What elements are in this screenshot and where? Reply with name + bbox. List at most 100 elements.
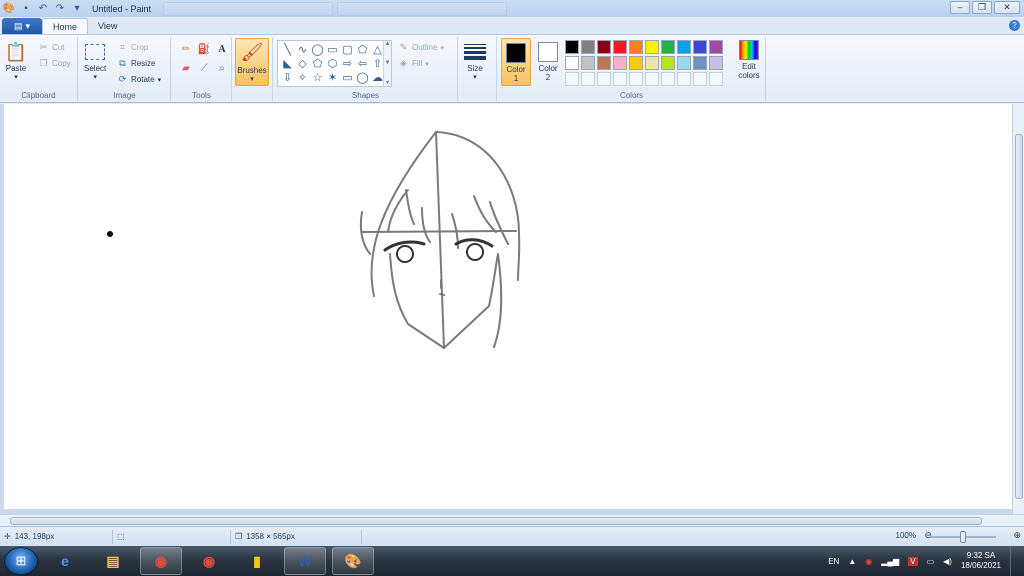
cut-button[interactable]: ✂ Cut [38,42,65,53]
chevron-up-icon[interactable]: ▲ [385,41,391,47]
shapes-gallery[interactable]: ╲ ∿ ◯ ▭ ▢ ⬠ △ ◣ ◇ ⬠ ⬡ ⇨ ⇦ ⇧ ⇩ ✧ ☆ ✶ ▭ ◯ ☁ ▲ ▼ ▾ [277,40,392,87]
start-button[interactable]: ⊞ [4,547,38,575]
shape-option[interactable]: ▢ [340,43,355,57]
drawing-canvas[interactable] [4,104,1012,509]
shape-option[interactable]: ▭ [325,43,340,57]
shape-option[interactable]: ✧ [295,71,310,85]
volume-icon[interactable]: ◀) [943,557,952,566]
shape-option[interactable]: ✶ [325,71,340,85]
taskbar-app[interactable]: ▮ [236,547,278,575]
custom-color-slot[interactable] [597,72,611,86]
paste-button[interactable]: 📋 Paste ▾ [5,40,27,82]
magnifier-icon[interactable]: ⌕ [214,60,230,76]
tray-expand-icon[interactable]: ▲ [848,557,856,566]
resize-button[interactable]: ⧉ Resize [117,58,155,69]
shape-option[interactable]: ⬠ [355,43,370,57]
size-button[interactable]: Size ▾ [464,40,486,81]
file-menu-button[interactable]: ▤ ▾ [2,18,42,34]
shape-option[interactable]: ∿ [295,43,310,57]
shape-option[interactable]: ▭ [340,71,355,85]
network-icon[interactable]: ▂▄▆ [881,557,899,566]
custom-color-slot[interactable] [677,72,691,86]
shape-option[interactable]: ⇨ [340,57,355,71]
shape-option[interactable]: ◣ [280,57,295,71]
color-picker-icon[interactable]: ⟋ [196,60,212,76]
palette-color-swatch[interactable] [709,40,723,54]
chevron-down-icon[interactable]: ▼ [385,60,391,66]
palette-color-swatch[interactable] [693,56,707,70]
text-icon[interactable]: A [214,41,230,57]
chrome-tray-icon[interactable]: ◉ [865,557,872,566]
palette-color-swatch[interactable] [645,40,659,54]
horizontal-scroll-thumb[interactable] [10,517,982,525]
palette-color-swatch[interactable] [597,40,611,54]
expand-icon[interactable]: ▾ [386,79,389,86]
copy-button[interactable]: ❐ Copy [38,58,70,69]
taskbar-app[interactable]: e [44,547,86,575]
palette-color-swatch[interactable] [565,40,579,54]
zoom-slider[interactable] [930,531,1010,543]
taskbar-app[interactable]: 🎨 [332,547,374,575]
palette-color-swatch[interactable] [629,40,643,54]
taskbar-app[interactable]: W [284,547,326,575]
shape-option[interactable]: ◇ [295,57,310,71]
shape-option[interactable]: ⇩ [280,71,295,85]
palette-color-swatch[interactable] [613,56,627,70]
tab-view[interactable]: View [88,18,127,34]
close-button[interactable]: ✕ [994,1,1020,14]
shape-option[interactable]: ◯ [355,71,370,85]
palette-color-swatch[interactable] [709,56,723,70]
shape-option[interactable]: ☆ [310,71,325,85]
clock[interactable]: 9:32 SA 18/06/2021 [961,551,1001,571]
palette-color-swatch[interactable] [613,40,627,54]
vertical-scroll-thumb[interactable] [1015,134,1023,499]
custom-color-slot[interactable] [629,72,643,86]
pencil-icon[interactable]: ✏ [178,41,194,57]
shape-option[interactable]: ⇦ [355,57,370,71]
palette-color-swatch[interactable] [661,56,675,70]
help-icon[interactable]: ? [1009,20,1020,31]
custom-color-slot[interactable] [645,72,659,86]
shape-option[interactable]: ╲ [280,43,295,57]
restore-button[interactable]: ❐ [972,1,992,14]
palette-color-swatch[interactable] [581,40,595,54]
customize-qat-icon[interactable]: ▾ [70,2,84,15]
show-desktop-button[interactable] [1010,546,1018,576]
color-1-button[interactable]: Color 1 [501,38,531,86]
custom-color-slot[interactable] [661,72,675,86]
zoom-thumb[interactable] [960,531,966,543]
outline-button[interactable]: ✎ Outline ▾ [398,42,444,53]
crop-button[interactable]: ⌗ Crop [117,42,148,53]
minimize-button[interactable]: – [950,1,970,14]
brushes-button[interactable]: 🖌 Brushes ▾ [235,38,269,86]
save-icon[interactable]: ▪ [19,2,33,15]
custom-color-slot[interactable] [613,72,627,86]
palette-color-swatch[interactable] [661,40,675,54]
palette-color-swatch[interactable] [677,40,691,54]
fill-icon[interactable]: ⛽ [196,41,212,57]
color-2-button[interactable]: Color 2 [533,38,563,86]
language-indicator[interactable]: EN [828,557,839,566]
tab-home[interactable]: Home [42,18,89,34]
shape-option[interactable]: ⬠ [310,57,325,71]
shape-option[interactable]: ◯ [310,43,325,57]
rotate-button[interactable]: ⟳ Rotate ▾ [117,74,161,85]
zoom-in-button[interactable]: ⊕ [1013,530,1021,541]
custom-color-slot[interactable] [581,72,595,86]
undo-icon[interactable]: ↶ [36,2,50,15]
palette-color-swatch[interactable] [693,40,707,54]
custom-color-slot[interactable] [565,72,579,86]
eraser-icon[interactable]: ▰ [178,60,194,76]
custom-color-slot[interactable] [693,72,707,86]
shapes-scrollbar[interactable]: ▲ ▼ ▾ [383,41,391,86]
horizontal-scrollbar[interactable] [0,514,1024,526]
redo-icon[interactable]: ↷ [53,2,67,15]
palette-color-swatch[interactable] [565,56,579,70]
shape-option[interactable]: ⬡ [325,57,340,71]
taskbar-app[interactable]: ▤ [92,547,134,575]
palette-color-swatch[interactable] [645,56,659,70]
paint-app-icon[interactable]: 🎨 [2,2,16,15]
fill-button[interactable]: ◈ Fill ▾ [398,58,429,69]
palette-color-swatch[interactable] [581,56,595,70]
taskbar-app[interactable]: ◉ [188,547,230,575]
